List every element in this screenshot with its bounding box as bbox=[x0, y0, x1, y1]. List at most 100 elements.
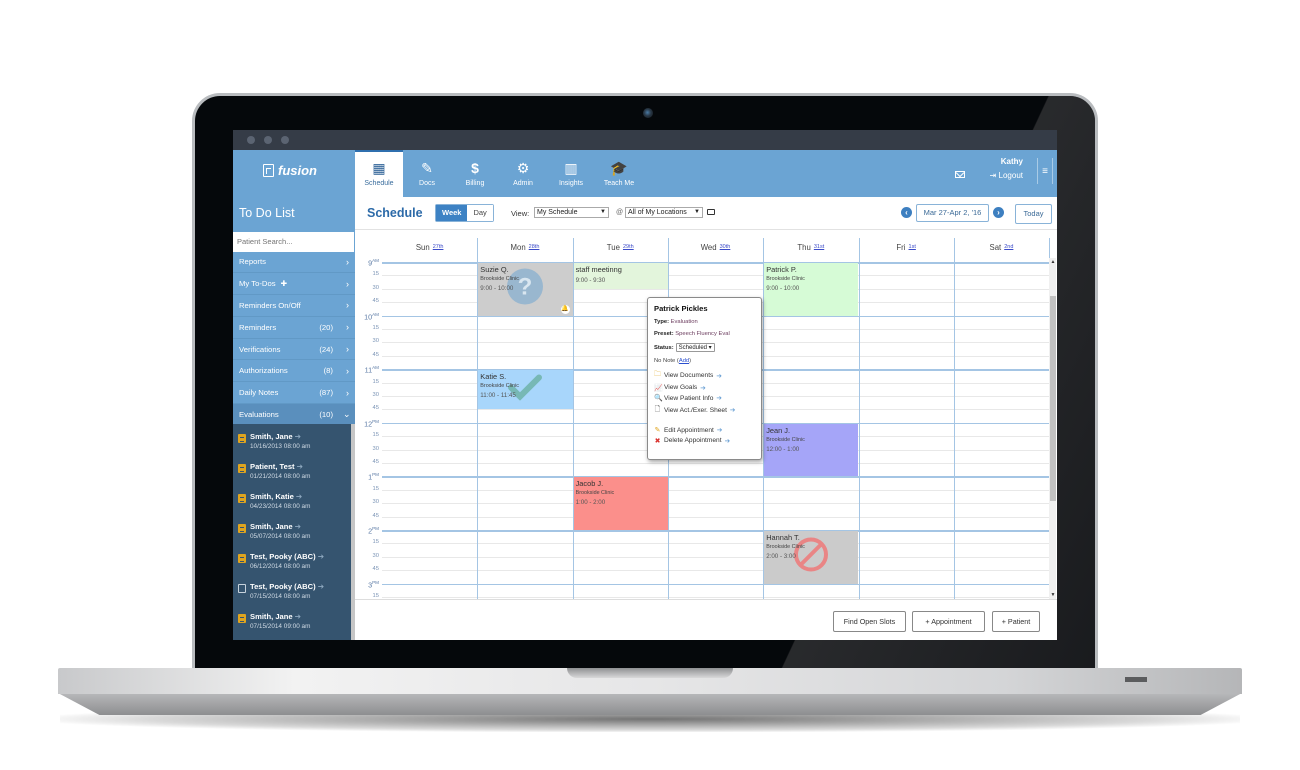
popover-link-view-patient-info[interactable]: 🔍 View Patient Info ➔ bbox=[654, 394, 755, 403]
quarter-label: 45 bbox=[372, 566, 379, 573]
add-note-link[interactable]: Add bbox=[679, 358, 689, 364]
previous-week-button[interactable]: ‹ bbox=[901, 207, 912, 218]
evaluation-list-item[interactable]: Smith, Katie ➔ 04/23/2014 08:00 am bbox=[233, 492, 351, 522]
sidebar-item-my-to-dos[interactable]: My To-Dos ✚ › bbox=[233, 273, 355, 296]
day-view-button[interactable]: Day bbox=[467, 205, 493, 221]
evaluation-patient-name: Smith, Jane ➔ bbox=[250, 432, 310, 441]
patient-name-text: Smith, Jane bbox=[250, 432, 293, 441]
day-date-link[interactable]: 2nd bbox=[1004, 244, 1013, 250]
scroll-down-icon[interactable]: ▼ bbox=[1050, 592, 1056, 598]
arrow-right-icon: ➔ bbox=[317, 582, 325, 591]
logout-label: Logout bbox=[998, 171, 1023, 180]
date-range-picker[interactable]: Mar 27-Apr 2, '16 bbox=[916, 204, 989, 222]
day-header-sat: Sat 2nd bbox=[954, 238, 1049, 258]
sidebar-item-verifications[interactable]: Verifications (24) › bbox=[233, 339, 355, 361]
tab-insights[interactable]: ▥ Insights bbox=[547, 150, 595, 197]
location-select[interactable]: All of My Locations ▼ bbox=[625, 207, 703, 218]
evaluation-list-item[interactable]: Test, Pooky (ABC) ➔ 06/12/2014 08:00 am bbox=[233, 552, 351, 582]
scroll-thumb[interactable] bbox=[1050, 296, 1056, 501]
quarter-gridline bbox=[382, 570, 1049, 572]
tab-teach-me[interactable]: 🎓 Teach Me bbox=[595, 150, 643, 197]
today-button[interactable]: Today bbox=[1015, 204, 1052, 224]
view-mode-toggle: Week Day bbox=[435, 204, 494, 222]
logout-link[interactable]: ⇥ Logout bbox=[990, 171, 1023, 180]
popover-link-view-act-exer-sheet[interactable]: 🗋 View Act./Exer. Sheet ➔ bbox=[654, 405, 755, 416]
appointment-block[interactable]: Jean J. Brookside Clinic 12:00 - 1:00 bbox=[764, 423, 859, 477]
popover-link-delete-appointment[interactable]: ✖ Delete Appointment ➔ bbox=[654, 437, 755, 445]
appointment-block[interactable]: ? Suzie Q. Brookside Clinic 9:00 - 10:00 🔔 bbox=[478, 263, 573, 316]
logout-icon: ⇥ bbox=[989, 171, 999, 180]
hamburger-menu-button[interactable]: ≡ bbox=[1037, 158, 1053, 184]
sidebar-item-authorizations[interactable]: Authorizations (8) › bbox=[233, 360, 355, 383]
next-week-button[interactable]: › bbox=[993, 207, 1004, 218]
sidebar-item-label: Verifications bbox=[239, 344, 281, 354]
day-date-link[interactable]: 31st bbox=[814, 244, 824, 250]
day-date-link[interactable]: 28th bbox=[529, 244, 540, 250]
popover-link-view-documents[interactable]: 🗀 View Documents ➔ bbox=[654, 370, 755, 381]
add-todo-icon[interactable]: ✚ bbox=[281, 279, 287, 288]
evaluation-list-item[interactable]: Smith, Jane ➔ 07/15/2014 09:00 am bbox=[233, 612, 351, 640]
dropdown-caret-icon: ▼ bbox=[694, 209, 700, 215]
evaluation-list-item[interactable]: Smith, Jane ➔ 10/16/2013 08:00 am bbox=[233, 432, 351, 462]
day-date-link[interactable]: 1st bbox=[909, 244, 916, 250]
appointment-block[interactable]: Patrick P. Brookside Clinic 9:00 - 10:00 bbox=[764, 263, 859, 316]
mail-icon[interactable] bbox=[955, 171, 965, 178]
sidebar-item-reminders[interactable]: Reminders (20) › bbox=[233, 317, 355, 339]
evaluation-patient-name: Smith, Jane ➔ bbox=[250, 522, 310, 531]
day-date-link[interactable]: 30th bbox=[720, 244, 731, 250]
sidebar-item-reminders-on-off[interactable]: Reminders On/Off › bbox=[233, 295, 355, 317]
day-name: Sat bbox=[989, 243, 1002, 252]
tab-label: Billing bbox=[465, 180, 485, 187]
hour-label: 3PM bbox=[355, 580, 379, 589]
appointment-block[interactable]: Katie S. Brookside Clinic 11:00 - 11:45 bbox=[478, 370, 573, 410]
tab-docs[interactable]: ✎ Docs bbox=[403, 150, 451, 197]
add-appointment-button[interactable]: + Appointment bbox=[912, 611, 985, 632]
evaluation-list-item[interactable]: Smith, Jane ➔ 05/07/2014 08:00 am bbox=[233, 522, 351, 552]
day-date-link[interactable]: 29th bbox=[623, 244, 634, 250]
bell-alert-icon[interactable]: 🔔 bbox=[560, 304, 570, 314]
popover-link-view-goals[interactable]: 📈 View Goals ➔ bbox=[654, 384, 755, 392]
patient-name-text: Smith, Jane bbox=[250, 522, 293, 531]
evaluation-list-item[interactable]: Patient, Test ➔ 01/21/2014 08:00 am bbox=[233, 462, 351, 492]
todo-categories: Reports › My To-Dos ✚ › Reminders On/Off › Remi… bbox=[233, 252, 355, 426]
appointment-block[interactable]: Hannah T. Brookside Clinic 2:00 - 3:00 bbox=[764, 531, 859, 584]
quarter-gridline bbox=[382, 503, 1049, 505]
print-icon[interactable] bbox=[707, 209, 715, 215]
schedule-select[interactable]: My Schedule ▼ bbox=[534, 207, 609, 218]
tab-billing[interactable]: $ Billing bbox=[451, 150, 499, 197]
app-window: fusion ▦ Schedule ✎ Docs $ Billing ⚙ Admin ▥ Insi… bbox=[233, 130, 1057, 640]
status-select[interactable]: Scheduled ▾ bbox=[675, 343, 715, 352]
sidebar-item-label: Evaluations bbox=[239, 409, 279, 419]
add-patient-button[interactable]: + Patient bbox=[992, 611, 1040, 632]
fusion-logo[interactable]: fusion bbox=[263, 163, 317, 178]
chevron-right-icon: › bbox=[346, 387, 349, 398]
appointment-time: 11:00 - 11:45 bbox=[480, 392, 516, 400]
popover-status: Status: Scheduled ▾ bbox=[654, 343, 755, 352]
sidebar-item-count: (24) bbox=[319, 344, 333, 354]
appointment-block[interactable]: staff meetinng 9:00 - 9:30 bbox=[573, 263, 668, 289]
quarter-gridline bbox=[382, 516, 1049, 518]
popover-link-edit-appointment[interactable]: ✎ Edit Appointment ➔ bbox=[654, 426, 755, 435]
window-dot-maximize[interactable] bbox=[281, 136, 289, 144]
week-view-button[interactable]: Week bbox=[436, 205, 468, 221]
appointment-block[interactable]: Jacob J. Brookside Clinic 1:00 - 2:00 bbox=[573, 477, 668, 530]
window-dot-close[interactable] bbox=[247, 136, 255, 144]
bar-chart-icon: ▥ bbox=[564, 160, 578, 176]
sidebar-item-reports[interactable]: Reports › bbox=[233, 252, 355, 274]
hour-gridline bbox=[382, 530, 1049, 532]
tab-schedule[interactable]: ▦ Schedule bbox=[355, 150, 403, 197]
sidebar-item-evaluations[interactable]: Evaluations (10) ⌄ bbox=[233, 404, 355, 426]
window-dot-minimize[interactable] bbox=[264, 136, 272, 144]
find-open-slots-button[interactable]: Find Open Slots bbox=[833, 611, 906, 632]
patient-search-input[interactable] bbox=[233, 231, 354, 252]
day-date-link[interactable]: 27th bbox=[433, 244, 444, 250]
evaluation-list-item[interactable]: Test, Pooky (ABC) ➔ 07/15/2014 08:00 am bbox=[233, 582, 351, 612]
patient-name-text: Smith, Jane bbox=[250, 612, 293, 621]
hour-ampm: AM bbox=[372, 311, 379, 317]
calendar-scrollbar[interactable]: ▲ ▼ bbox=[1049, 258, 1056, 599]
scroll-up-icon[interactable]: ▲ bbox=[1050, 259, 1056, 265]
appointment-time: 2:00 - 3:00 bbox=[766, 553, 796, 560]
tab-admin[interactable]: ⚙ Admin bbox=[499, 150, 547, 197]
tab-label: Admin bbox=[513, 180, 533, 187]
sidebar-item-daily-notes[interactable]: Daily Notes (87) › bbox=[233, 382, 355, 405]
